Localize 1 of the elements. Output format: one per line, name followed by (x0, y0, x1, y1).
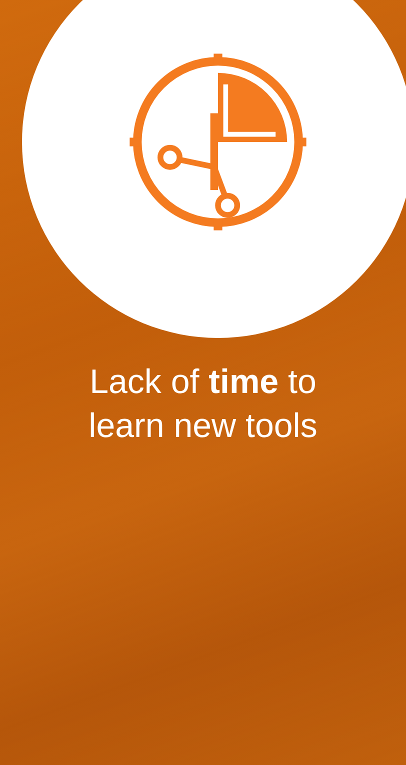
headline: Lack of time to learn new tools (88, 362, 318, 447)
